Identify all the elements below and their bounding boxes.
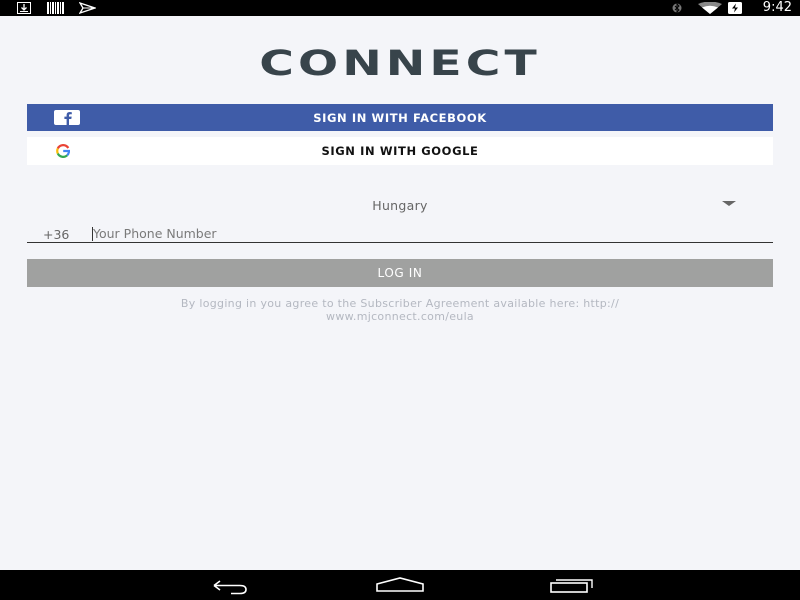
back-button[interactable]	[200, 570, 260, 600]
navigation-bar	[0, 570, 800, 600]
recents-icon	[550, 579, 593, 593]
status-bar: 9:42	[0, 0, 800, 16]
agreement-line-1: By logging in you agree to the Subscribe…	[180, 297, 620, 310]
chevron-down-icon	[722, 201, 736, 206]
country-select[interactable]: Hungary	[27, 192, 773, 218]
sign-in-facebook-label: SIGN IN WITH FACEBOOK	[313, 110, 487, 125]
clock: 9:42	[762, 0, 792, 15]
sign-in-facebook-button[interactable]: SIGN IN WITH FACEBOOK	[27, 104, 773, 131]
home-icon	[376, 577, 424, 592]
send-icon	[79, 2, 96, 14]
battery-charging-icon	[728, 2, 742, 14]
subscriber-agreement-text: By logging in you agree to the Subscribe…	[120, 297, 680, 323]
wifi-icon	[698, 2, 722, 14]
app-logo: CONNECT	[259, 44, 541, 84]
agreement-link[interactable]: www.mjconnect.com/eula	[120, 310, 680, 323]
download-icon	[17, 2, 31, 14]
log-in-label: LOG IN	[377, 266, 423, 280]
country-dial-code: +36	[43, 227, 70, 242]
sign-in-google-button[interactable]: SIGN IN WITH GOOGLE	[27, 137, 773, 165]
country-select-value: Hungary	[372, 198, 428, 213]
sign-in-google-label: SIGN IN WITH GOOGLE	[321, 144, 479, 158]
barcode-icon	[47, 2, 64, 14]
phone-number-row: +36	[27, 224, 773, 243]
recents-button[interactable]	[542, 570, 602, 600]
log-in-button[interactable]: LOG IN	[27, 259, 773, 287]
home-button[interactable]	[370, 570, 430, 600]
back-icon	[213, 580, 247, 595]
bluetooth-icon	[672, 2, 682, 14]
phone-number-input[interactable]	[93, 225, 753, 241]
